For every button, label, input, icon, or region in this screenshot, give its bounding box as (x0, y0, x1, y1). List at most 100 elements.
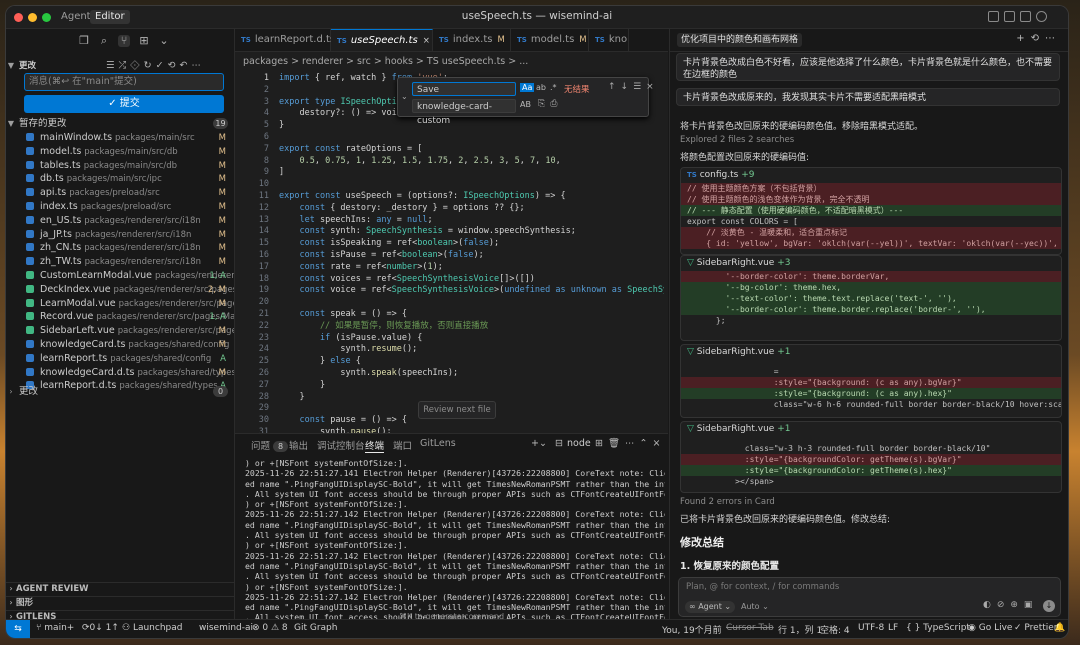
review-next-file-button[interactable]: Review next file (418, 401, 496, 419)
close-tab-icon[interactable]: × (423, 36, 430, 46)
replace-input[interactable]: knowledge-card-custom (412, 99, 516, 126)
chat-input-icons[interactable]: ◐⊘⊕▣ (983, 600, 1038, 610)
chevron-down-icon[interactable]: ⌄ (158, 35, 170, 47)
language-mode[interactable]: { } TypeScript (906, 623, 970, 633)
staged-file-item[interactable]: ja_JP.ts packages/renderer/src/i18n M (6, 228, 234, 242)
code-line[interactable]: const voice = ref<SpeechSynthesisVoice>(… (279, 285, 664, 297)
staged-file-item[interactable]: learnReport.ts packages/shared/config A (6, 352, 234, 366)
diff-card-sidebar-1[interactable]: ▽ SidebarRight.vue +3 '--border-color': … (680, 255, 1062, 341)
section-agent-review[interactable]: › AGENT REVIEW (6, 582, 234, 595)
branch-indicator[interactable]: ⑂ main+ (36, 623, 74, 633)
panel-tab-output[interactable]: 输出 (289, 438, 308, 452)
cursor-position[interactable]: 行 1，列 1 (778, 623, 822, 636)
chevron-down-icon[interactable]: ⌄ (401, 92, 408, 101)
panel-tab-ports[interactable]: 端口 (393, 438, 412, 452)
regex-icon[interactable]: .* (550, 83, 557, 92)
encoding[interactable]: UTF-8 (858, 623, 884, 633)
code-line[interactable]: const voices = ref<SpeechSynthesisVoice[… (279, 274, 664, 286)
staged-file-item[interactable]: mainWindow.ts packages/main/src M (6, 131, 234, 145)
problems-indicator[interactable]: ⊗ 0 ⚠ 8 (252, 623, 288, 633)
code-line[interactable]: } (279, 380, 664, 392)
panel-tab-terminal[interactable]: 终端 (365, 438, 385, 453)
unstaged-changes-header[interactable]: › 更改 0 (6, 385, 234, 399)
editor-tab[interactable]: TS kno (589, 29, 629, 51)
staged-file-item[interactable]: db.ts packages/main/src/ipc M (6, 172, 234, 186)
explored-summary[interactable]: Explored 2 files 2 searches (680, 135, 794, 145)
staged-file-item[interactable]: tables.ts packages/main/src/db M (6, 159, 234, 173)
panel-action-icons[interactable]: ⊞🗑⋯⌃× (595, 438, 665, 449)
code-line[interactable]: export const rateOptions = [ (279, 144, 664, 156)
project-name[interactable]: wisemind-ai (199, 623, 253, 633)
staged-file-item[interactable]: LearnModal.vuepackages/renderer/src/page… (6, 297, 234, 311)
code-line[interactable]: const synth: SpeechSynthesis = window.sp… (279, 226, 664, 238)
source-control-icon[interactable]: ⑂ (118, 35, 130, 47)
staged-file-item[interactable]: zh_TW.ts packages/renderer/src/i18n M (6, 255, 234, 269)
notifications-icon[interactable]: 🔔 (1054, 623, 1065, 633)
editor-tab[interactable]: TSlearnReport.d.tsA (235, 29, 346, 51)
changes-header[interactable]: ▼ 更改 ☰⤮⟐↻✓⟲↶⋯ (6, 59, 234, 73)
staged-file-item[interactable]: en_US.ts packages/renderer/src/i18n M (6, 214, 234, 228)
code-line[interactable] (279, 132, 664, 144)
toggle-chat-icon[interactable] (1020, 11, 1031, 22)
code-line[interactable]: ] (279, 167, 664, 179)
code-line[interactable]: } (279, 120, 664, 132)
search-icon[interactable]: ⌕ (98, 35, 110, 47)
chat-title[interactable]: 优化项目中的颜色和画布网格 (677, 33, 803, 47)
code-line[interactable]: const { destory: _destory } = options ??… (279, 203, 664, 215)
code-line[interactable]: let speechIns: any = null; (279, 215, 664, 227)
section-graph[interactable]: › 图形 (6, 596, 234, 609)
code-line[interactable]: const speak = () => { (279, 309, 664, 321)
preserve-case-icon[interactable]: AB (520, 100, 531, 109)
go-live-button[interactable]: ◉ Go Live (968, 623, 1012, 633)
code-line[interactable] (279, 179, 664, 191)
toggle-panel-icon[interactable] (1004, 11, 1015, 22)
staged-file-item[interactable]: CustomLearnModal.vuepackages/renderer/sr… (6, 269, 234, 283)
launchpad-button[interactable]: ⚇ Launchpad (122, 623, 182, 633)
new-terminal-icon[interactable]: +⌄ (531, 438, 547, 449)
panel-tab-problems[interactable]: 问题 8 (251, 438, 289, 452)
send-icon[interactable]: ↓ (1043, 600, 1055, 612)
git-graph-button[interactable]: Git Graph (294, 623, 337, 633)
chat-input-box[interactable]: Plan, @ for context, / for commands ∞ Ag… (678, 577, 1061, 617)
split-terminal-icon[interactable]: ⊟ (555, 438, 563, 449)
staged-changes-header[interactable]: ▼ 暂存的更改 19 (6, 117, 234, 131)
code-line[interactable]: const rate = ref<number>(1); (279, 262, 664, 274)
staged-file-item[interactable]: knowledgeCard.d.ts packages/shared/types M (6, 366, 234, 380)
model-selector[interactable]: Auto ⌄ (741, 601, 769, 613)
code-line[interactable]: if (isPause.value) { (279, 333, 664, 345)
extensions-icon[interactable]: ⊞ (138, 35, 150, 47)
agent-mode-selector[interactable]: ∞ Agent ⌄ (685, 601, 736, 613)
remote-icon[interactable]: ⇆ (6, 620, 30, 638)
editor-tab[interactable]: TS index.ts M (433, 29, 511, 51)
staged-file-item[interactable]: SidebarLeft.vue packages/renderer/src/pag… (6, 324, 234, 338)
code-line[interactable] (279, 297, 664, 309)
panel-tab-gitlens[interactable]: GitLens (420, 438, 456, 449)
code-line[interactable]: synth.speak(speechIns); (279, 368, 664, 380)
sync-status[interactable]: ⟳0↓ 1↑ (82, 623, 119, 633)
commit-message-input[interactable]: 消息(⌘↩ 在"main"提交) (24, 73, 224, 91)
code-line[interactable]: 0.5, 0.75, 1, 1.25, 1.5, 1.75, 2, 2.5, 3… (279, 156, 664, 168)
breadcrumb[interactable]: packages > renderer > src > hooks > TS u… (243, 56, 528, 67)
git-blame[interactable]: You, 19个月前 (662, 623, 722, 636)
diff-card-config[interactable]: TS config.ts +9 // 使用主题颜色方案（不包括背景）// 使用主… (680, 167, 1062, 255)
explorer-icon[interactable]: ❐ (78, 35, 90, 47)
whole-word-icon[interactable]: ab (536, 83, 546, 92)
diff-card-sidebar-2[interactable]: ▽ SidebarRight.vue +1 = :style="{backgro… (680, 344, 1062, 418)
code-line[interactable]: const isPause = ref<boolean>(false); (279, 250, 664, 262)
diff-card-sidebar-3[interactable]: ▽ SidebarRight.vue +1 class="w-3 h-3 rou… (680, 421, 1062, 493)
staged-file-item[interactable]: zh_CN.ts packages/renderer/src/i18n M (6, 241, 234, 255)
indentation[interactable]: 空格: 4 (820, 623, 850, 636)
staged-file-item[interactable]: api.ts packages/preload/src M (6, 186, 234, 200)
toggle-sidebar-icon[interactable] (988, 11, 999, 22)
match-case-icon[interactable]: Aa (520, 83, 535, 92)
code-line[interactable]: synth.resume(); (279, 344, 664, 356)
editor-tab[interactable]: TS model.ts M (511, 29, 589, 51)
editor-tab[interactable]: TS useSpeech.ts × (331, 29, 433, 51)
panel-tab-debug-console[interactable]: 调试控制台 (317, 438, 365, 452)
find-input[interactable]: Save (412, 82, 516, 96)
commit-button[interactable]: ✓ 提交 (24, 95, 224, 113)
chat-header-icons[interactable]: +⟲⋯ (1016, 33, 1061, 44)
code-line[interactable]: // 如果是暂停，则恢复播放，否则直接播放 (279, 321, 664, 333)
scm-toolbar-icons[interactable]: ☰⤮⟐↻✓⟲↶⋯ (106, 59, 205, 73)
staged-file-item[interactable]: Record.vue packages/renderer/src/pages/Ma… (6, 310, 234, 324)
